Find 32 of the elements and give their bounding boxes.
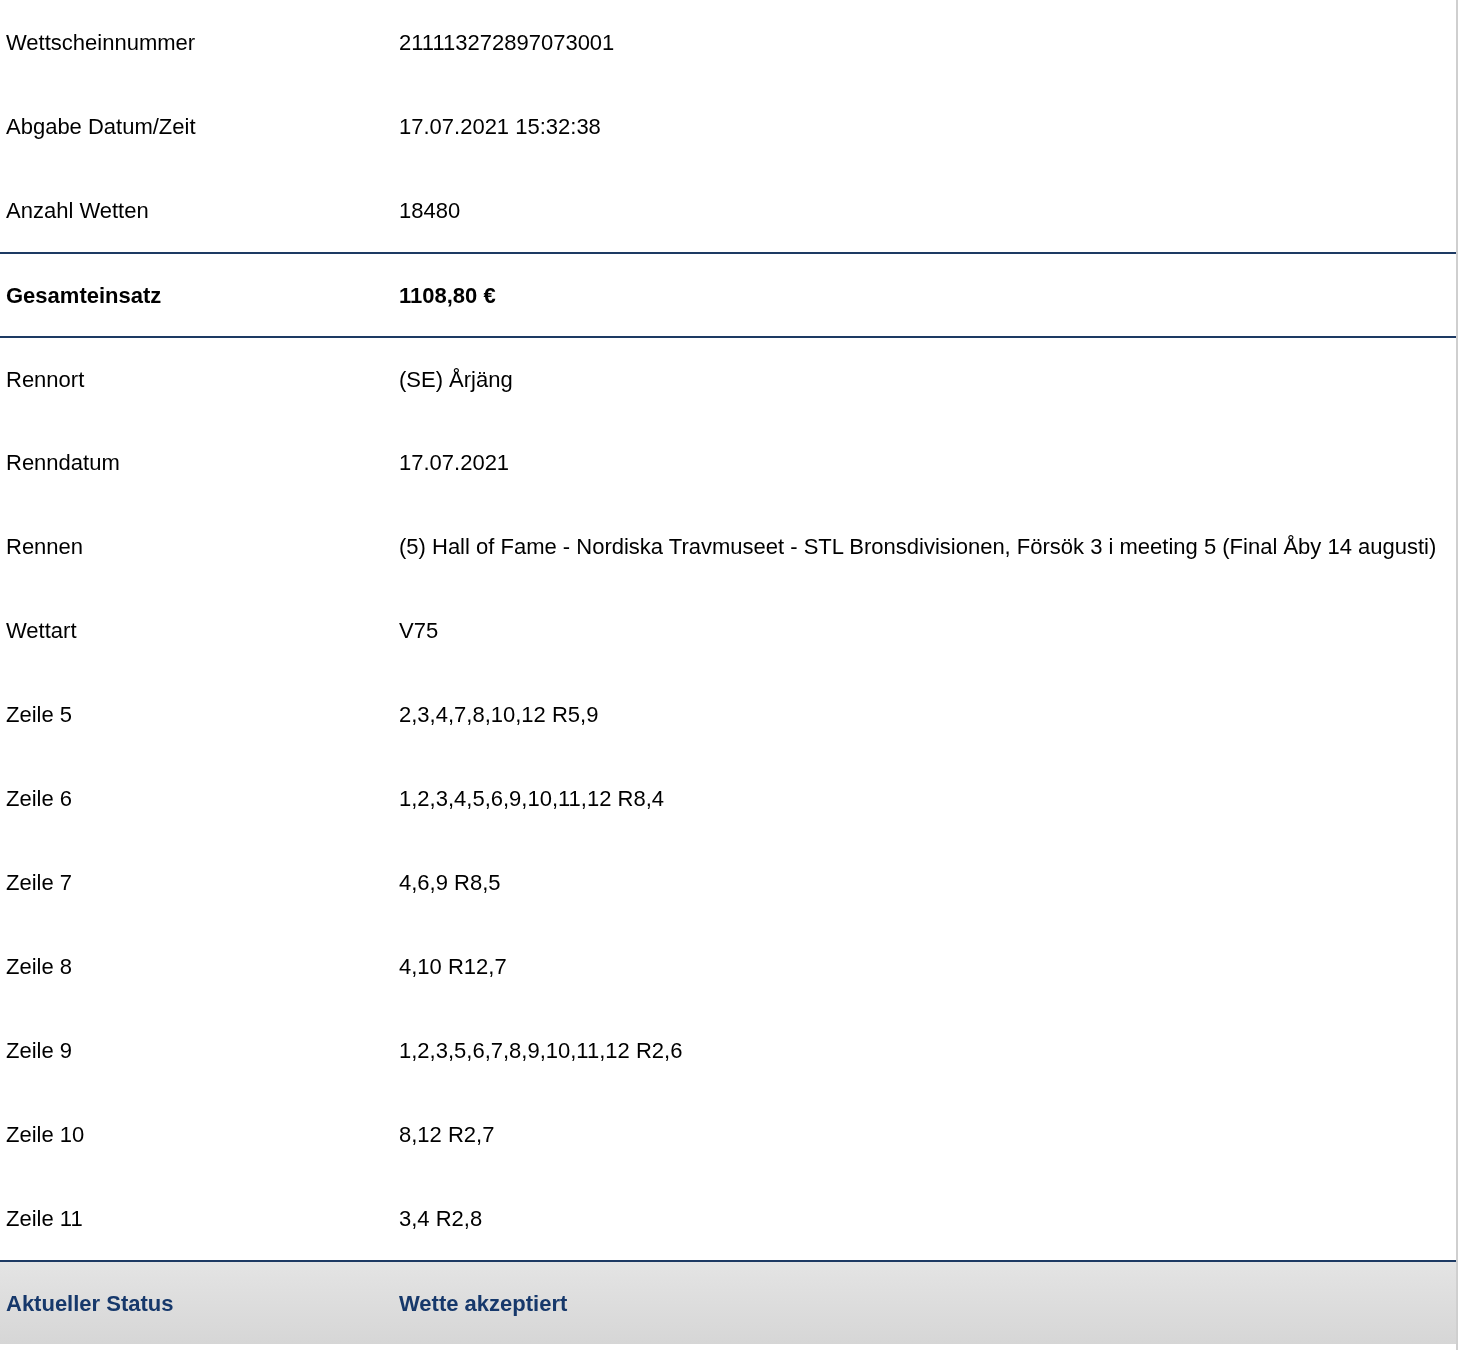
field-label: Rennort (5, 365, 86, 393)
field-value: 18480 (399, 196, 462, 224)
field-value: 1,2,3,4,5,6,9,10,11,12 R8,4 (399, 784, 666, 812)
field-label: Abgabe Datum/Zeit (5, 112, 197, 140)
field-value: 17.07.2021 15:32:38 (399, 112, 602, 140)
field-value: 1,2,3,5,6,7,8,9,10,11,12 R2,6 (399, 1036, 684, 1064)
field-label: Aktueller Status (5, 1289, 175, 1317)
field-value: 2,3,4,7,8,10,12 R5,9 (399, 700, 600, 728)
field-label: Zeile 10 (5, 1120, 86, 1148)
field-label: Zeile 7 (5, 868, 74, 896)
field-label: Wettscheinnummer (5, 28, 197, 56)
field-label: Zeile 9 (5, 1036, 74, 1064)
field-value: 8,12 R2,7 (399, 1120, 496, 1148)
field-value: 4,6,9 R8,5 (399, 868, 502, 896)
field-value: V75 (399, 616, 440, 644)
field-label: Renndatum (5, 448, 121, 476)
field-label: Gesamteinsatz (5, 281, 163, 309)
field-value: 4,10 R12,7 (399, 952, 508, 980)
field-value: Wette akzeptiert (399, 1289, 569, 1317)
field-label: Zeile 8 (5, 952, 74, 980)
field-label: Zeile 5 (5, 700, 74, 728)
field-value: (SE) Årjäng (399, 365, 514, 393)
field-value: 17.07.2021 (399, 448, 511, 476)
field-label: Zeile 6 (5, 784, 74, 812)
field-label: Rennen (5, 532, 85, 560)
field-value: 211113272897073001 (399, 28, 616, 56)
field-value: 1108,80 € (399, 281, 497, 309)
field-label: Anzahl Wetten (5, 196, 150, 224)
field-value: 3,4 R2,8 (399, 1204, 484, 1232)
field-label: Zeile 11 (5, 1204, 84, 1232)
field-value: (5) Hall of Fame - Nordiska Travmuseet - STL Bronsdivisionen, Försök 3 i meeting 5 (Final Åby 14 augusti) (399, 532, 1438, 560)
field-label: Wettart (5, 616, 78, 644)
